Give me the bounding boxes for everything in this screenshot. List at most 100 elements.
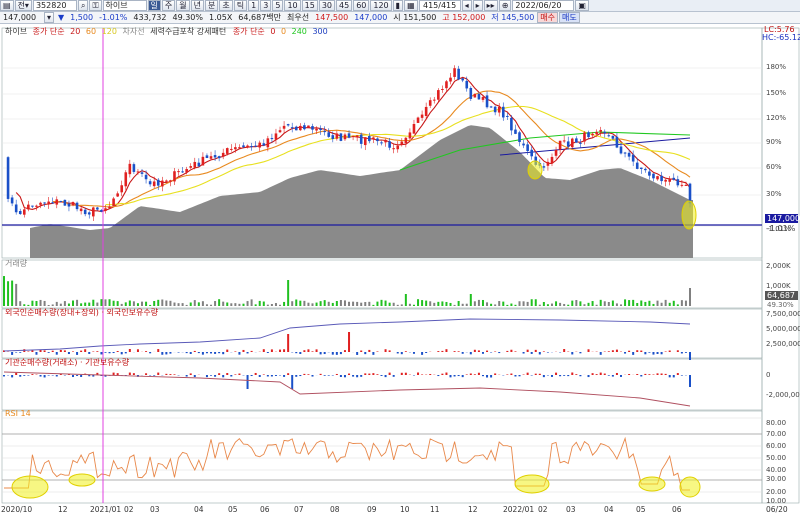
search-icon[interactable]: ⌕ [77, 0, 89, 11]
foreign-bar [546, 352, 549, 353]
volume-bar [619, 304, 622, 306]
interval-button-120[interactable]: 120 [370, 0, 392, 11]
volume-bar [526, 301, 529, 306]
trade-amount: 64,687백만 [238, 13, 282, 22]
down-arrow-icon: ▼ [58, 13, 65, 22]
inst-bar [250, 375, 253, 377]
lock-icon[interactable]: ⚿ [89, 0, 102, 11]
zoom-icon[interactable]: ⊕ [498, 0, 512, 11]
interval-button-30[interactable]: 30 [318, 0, 335, 11]
volume-bar [39, 299, 42, 306]
volume-bar [611, 300, 614, 306]
count-field[interactable]: 415/415 [418, 0, 461, 11]
inst-bar [636, 373, 639, 375]
date-axis-label: 06 [260, 505, 270, 514]
volume-bar [141, 301, 144, 306]
volume-bar [372, 304, 375, 306]
sell-button[interactable]: 매도 [559, 12, 580, 23]
volume-bar [417, 299, 420, 306]
volume-bar [189, 302, 192, 306]
inst-axis-label: 0 [766, 371, 770, 379]
price-dropdown[interactable]: ▾ [44, 12, 55, 23]
candle-body [35, 205, 38, 207]
inst-bar [185, 375, 188, 377]
foreign-bar [165, 352, 168, 355]
inst-bar [173, 374, 176, 375]
period-button-second[interactable]: 초 [219, 0, 233, 11]
period-button-week[interactable]: 주 [161, 0, 176, 11]
period-button-tick[interactable]: 틱 [233, 0, 248, 11]
buy-button[interactable]: 매수 [537, 12, 559, 23]
stock-code-input[interactable]: 352820 [32, 0, 77, 11]
stock-name-field[interactable]: 하이브 [102, 0, 147, 11]
foreign-bar [31, 350, 34, 352]
candle-body [79, 208, 83, 212]
foreign-bar [76, 352, 79, 355]
inst-bar [193, 375, 196, 378]
foreign-bar [656, 352, 659, 354]
volume-bar [222, 301, 225, 306]
change-value: 1,500 [70, 13, 94, 22]
candle-body [71, 202, 75, 206]
interval-button-5[interactable]: 5 [272, 0, 284, 11]
grid-icon[interactable]: ▦ [404, 0, 418, 11]
candle-body [599, 129, 602, 132]
calendar-icon[interactable]: ▣ [575, 0, 589, 11]
candle-body [510, 117, 513, 131]
volume-bar [441, 301, 444, 306]
period-button-month[interactable]: 월 [176, 0, 190, 11]
foreign-bar [437, 351, 440, 352]
inst-bar [656, 373, 659, 375]
candle-body [10, 197, 14, 204]
period-button-minute[interactable]: 분 [205, 0, 219, 11]
candle-body [75, 202, 79, 210]
candle-body [558, 140, 562, 150]
next-icon[interactable]: ▸ [472, 0, 483, 11]
inst-bar [392, 375, 395, 377]
interval-button-3[interactable]: 3 [260, 0, 272, 11]
foreign-hold-line [3, 318, 691, 352]
market-select[interactable]: 전▾ [14, 0, 32, 11]
date-axis-label: 03 [566, 505, 576, 514]
volume-bar [392, 302, 395, 306]
inst-bar [628, 374, 631, 375]
foreign-bar [145, 351, 148, 352]
interval-button-60[interactable]: 60 [353, 0, 370, 11]
period-button-year[interactable]: 년 [190, 0, 205, 11]
date-axis-label: 2021/01 [90, 505, 121, 514]
candle-icon[interactable]: ▮ [392, 0, 404, 11]
candle-body [449, 77, 452, 82]
quote-bar: 147,000 ▾ ▼ 1,500 -1.01% 433,732 49.30% … [0, 12, 800, 24]
play-icon[interactable]: ▸▸ [483, 0, 498, 11]
legend-ma2-label: 종가 단순 [233, 26, 265, 36]
candle-body [351, 135, 355, 137]
foreign-bar [210, 352, 213, 354]
chart-area[interactable]: 하이브 종가 단순 20 60 120 차자선 세력수급포착 강세패턴 종가 단… [0, 25, 800, 515]
interval-button-15[interactable]: 15 [301, 0, 318, 11]
inst-bar [157, 372, 160, 375]
menu-button[interactable]: ▤ [0, 0, 14, 11]
interval-button-10[interactable]: 10 [284, 0, 301, 11]
volume-bar [506, 304, 509, 306]
foreign-bar [43, 350, 46, 352]
volume-bar [364, 302, 367, 306]
volume-bar [514, 304, 517, 306]
volume-bar [400, 304, 403, 306]
volume-bar [437, 301, 440, 306]
interval-button-1[interactable]: 1 [248, 0, 260, 11]
interval-button-45[interactable]: 45 [336, 0, 353, 11]
candle-body [39, 202, 42, 205]
prev-icon[interactable]: ◂ [461, 0, 472, 11]
volume-bar [368, 301, 371, 306]
volume-bar [668, 302, 671, 306]
date-axis-label: 06 [672, 505, 682, 514]
volume-bar [425, 300, 428, 306]
date-field[interactable]: 2022/06/20 [512, 0, 575, 11]
foreign-bar [481, 352, 484, 354]
inst-bar [607, 375, 610, 376]
volume-bar [92, 299, 95, 306]
inst-bar [611, 375, 614, 377]
period-button-day[interactable]: 일 [147, 0, 161, 11]
volume-bar [388, 302, 391, 306]
foreign-bar [404, 351, 407, 352]
